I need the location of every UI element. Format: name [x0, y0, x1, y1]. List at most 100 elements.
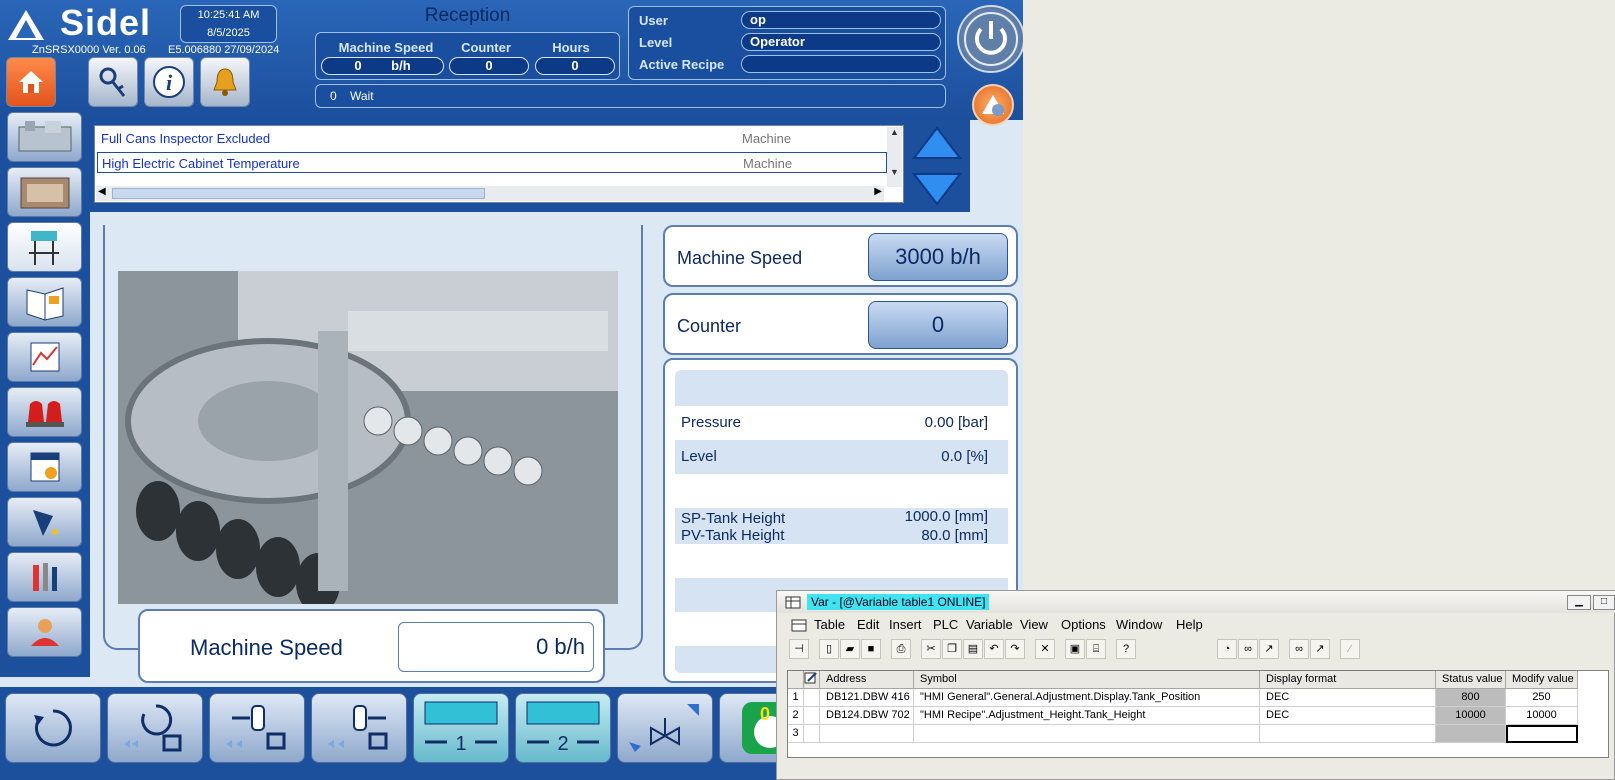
transfer-reverse-button[interactable] [209, 693, 305, 763]
scroll-down-icon[interactable]: ▼ [887, 167, 902, 177]
menu-options[interactable]: Options [1061, 617, 1106, 632]
sidebar-item-maintenance-light[interactable] [7, 497, 82, 547]
pin-button[interactable]: ⊣ [789, 639, 809, 659]
cut-button[interactable]: ✂ [921, 639, 941, 659]
menu-edit[interactable]: Edit [857, 617, 879, 632]
alarm-page-down-button[interactable] [910, 168, 964, 208]
column-header-address[interactable]: Address [820, 671, 914, 689]
cycle-stop-button[interactable] [107, 693, 203, 763]
station-1-button[interactable]: 1 [413, 693, 509, 763]
alarm-category: Machine [743, 156, 793, 171]
operator-hand-icon [30, 619, 59, 646]
sidebar-item-operator[interactable] [7, 607, 82, 657]
modify-value-cell[interactable]: 10000 [1506, 707, 1578, 725]
new-button[interactable]: ▯ [819, 639, 839, 659]
right-counter-value[interactable]: 0 [868, 301, 1008, 349]
home-button[interactable] [6, 57, 56, 107]
scroll-left-icon[interactable]: ◀ [98, 186, 106, 197]
print-button[interactable]: ⎙ [891, 639, 911, 659]
redo-button[interactable]: ↷ [1005, 639, 1025, 659]
menu-variable[interactable]: Variable [966, 617, 1013, 632]
alarm-row[interactable]: High Electric Cabinet Temperature Machin… [97, 152, 887, 173]
var-title-bar[interactable]: Var - [@Variable table1 ONLINE] ▁ □ [777, 591, 1615, 613]
sidebar-item-manual[interactable] [7, 277, 82, 327]
monitor-button[interactable]: ▣ [1065, 639, 1085, 659]
menu-insert[interactable]: Insert [889, 617, 922, 632]
valve-button[interactable] [617, 693, 713, 763]
alarm-bell-button[interactable] [200, 57, 250, 107]
scroll-right-icon[interactable]: ▶ [874, 186, 882, 197]
sidebar-item-tools[interactable] [7, 552, 82, 602]
column-header-modify-value[interactable]: Modify value [1506, 671, 1578, 689]
menu-window[interactable]: Window [1116, 617, 1162, 632]
sidebar-item-machine-view[interactable] [7, 167, 82, 217]
status-header [804, 671, 820, 689]
menu-help[interactable]: Help [1176, 617, 1203, 632]
transfer-forward-button[interactable] [311, 693, 407, 763]
display-format-cell[interactable] [1260, 725, 1436, 743]
right-counter-label: Counter [677, 316, 742, 336]
child-window-icon[interactable] [791, 617, 807, 633]
modify-once-button[interactable]: ↗ [1310, 639, 1330, 659]
menu-view[interactable]: View [1020, 617, 1048, 632]
sidebar-item-line-overview[interactable] [7, 112, 82, 162]
sidebar-item-alarms[interactable] [7, 387, 82, 437]
symbol-cell[interactable]: "HMI General".General.Adjustment.Display… [914, 689, 1260, 707]
plc-button[interactable]: ⌸ [1086, 639, 1106, 659]
display-format-cell[interactable]: DEC [1260, 707, 1436, 725]
scroll-thumb[interactable] [112, 188, 485, 199]
address-cell[interactable]: DB121.DBW 416 [820, 689, 914, 707]
clock: 10:25:41 AM 8/5/2025 [180, 5, 277, 43]
info-button[interactable]: i [144, 57, 194, 107]
scroll-up-icon[interactable]: ▲ [887, 127, 902, 137]
delete-button[interactable]: ✕ [1035, 639, 1055, 659]
copy-button[interactable]: ❐ [942, 639, 962, 659]
undo-button[interactable]: ↶ [984, 639, 1004, 659]
display-format-cell[interactable]: DEC [1260, 689, 1436, 707]
column-header-display-format[interactable]: Display format [1260, 671, 1436, 689]
modify-value-cell-active[interactable] [1506, 725, 1578, 743]
user-panel: User op Level Operator Active Recipe [628, 6, 946, 80]
cycle-icon [34, 709, 72, 747]
login-button[interactable] [88, 57, 138, 107]
force-button[interactable]: ⁄ [1340, 639, 1360, 659]
column-header-status-value[interactable]: Status value [1436, 671, 1506, 689]
power-button[interactable] [957, 5, 1023, 73]
symbol-cell[interactable] [914, 725, 1260, 743]
symbol-cell[interactable]: "HMI Recipe".Adjustment_Height.Tank_Heig… [914, 707, 1260, 725]
address-cell[interactable] [820, 725, 914, 743]
watch-once-button[interactable]: ∞ [1289, 639, 1309, 659]
can-filler-photo [118, 271, 618, 604]
station-2-button[interactable]: 2 [515, 693, 611, 763]
cycle-button[interactable] [5, 693, 101, 763]
modify-button[interactable]: ↗ [1259, 639, 1279, 659]
menu-plc[interactable]: PLC [933, 617, 958, 632]
right-speed-panel: Machine Speed 3000 b/h [663, 225, 1018, 287]
sidebar-item-conveyor[interactable] [7, 222, 82, 272]
alarm-page-up-button[interactable] [910, 124, 964, 164]
paste-button[interactable]: ▤ [963, 639, 983, 659]
open-button[interactable]: ▰ [840, 639, 860, 659]
alarm-horizontal-scrollbar[interactable]: ◀ ▶ [96, 186, 884, 201]
column-header-symbol[interactable]: Symbol [914, 671, 1260, 689]
save-button[interactable]: ■ [861, 639, 881, 659]
user-value: op [741, 11, 941, 29]
alarm-category: Machine [742, 131, 792, 146]
sidel-service-button[interactable] [972, 84, 1014, 126]
modify-value-cell[interactable]: 250 [1506, 689, 1578, 707]
sidebar-item-recipes[interactable] [7, 442, 82, 492]
address-cell[interactable]: DB124.DBW 702 [820, 707, 914, 725]
menu-table[interactable]: Table [814, 617, 845, 632]
minimize-button[interactable]: ▁ [1567, 595, 1591, 610]
row-number-header [788, 671, 804, 689]
maximize-button[interactable]: □ [1593, 595, 1615, 610]
watch-button[interactable]: ◔ [1217, 639, 1237, 659]
sidebar-item-trends[interactable] [7, 332, 82, 382]
help-pointer-button[interactable]: ? [1116, 639, 1136, 659]
row-status-cell [804, 725, 820, 743]
alarm-row[interactable]: Full Cans Inspector Excluded Machine [97, 128, 887, 149]
alarm-list[interactable]: Full Cans Inspector Excluded Machine Hig… [94, 125, 904, 203]
alarm-vertical-scrollbar[interactable]: ▲ ▼ [887, 127, 902, 187]
right-speed-value[interactable]: 3000 b/h [868, 233, 1008, 281]
glasses-button[interactable]: ∞ [1238, 639, 1258, 659]
